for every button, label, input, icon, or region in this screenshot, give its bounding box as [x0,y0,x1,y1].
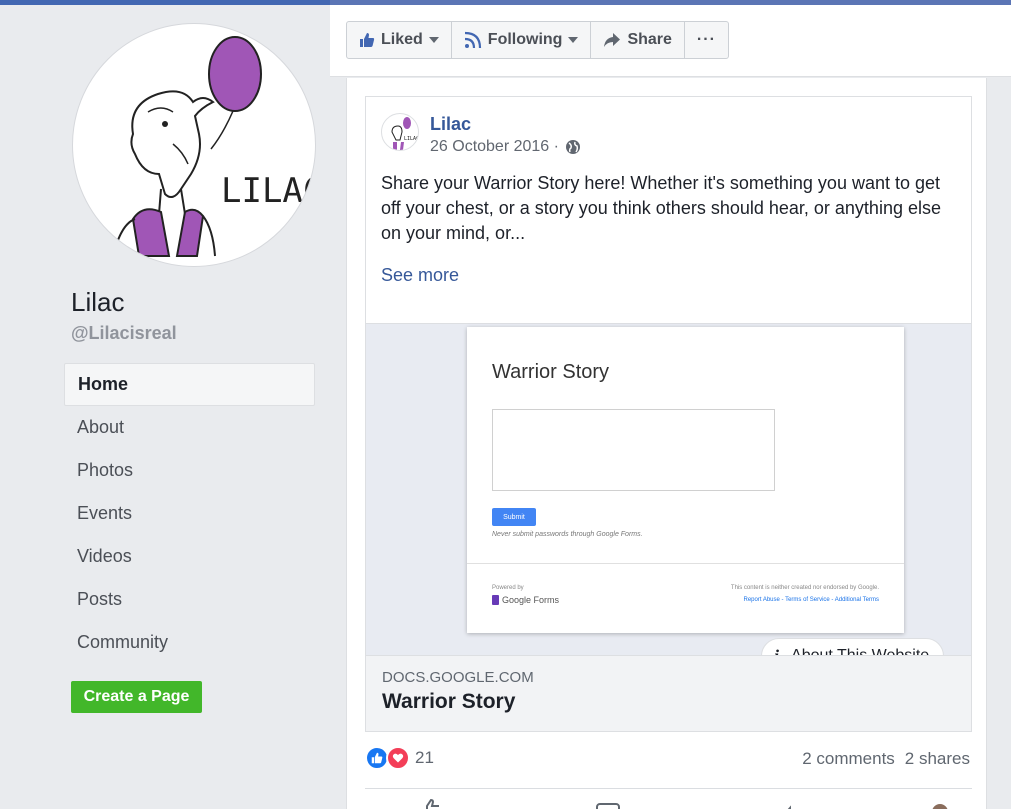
sidebar-item-events[interactable]: Events [64,492,315,535]
page-action-buttons: Liked Following Share ··· [346,21,729,59]
left-column: LILAC Lilac @Lilacisreal Home About Phot… [0,5,330,809]
see-more-link[interactable]: See more [381,265,459,286]
sidebar-item-photos[interactable]: Photos [64,449,315,492]
form-title: Warrior Story [492,361,610,383]
google-form-preview: Warrior Story Submit Never submit passwo… [467,327,904,633]
shared-post: LILAC Lilac 26 October 2016 · Share your… [365,96,972,732]
form-disclaimer: This content is neither created nor endo… [730,585,879,591]
share-label: Share [627,31,672,48]
page-title[interactable]: Lilac [71,287,124,318]
chevron-down-icon [568,37,579,43]
sidebar-item-posts[interactable]: Posts [64,578,315,621]
thumbs-up-icon [360,33,375,47]
more-options-button[interactable]: ··· [685,22,728,58]
share-arrow-icon [604,33,621,47]
form-footer-links: Report Abuse - Terms of Service - Additi… [743,597,879,603]
more-dots-icon: ··· [696,31,716,48]
sidebar-item-home[interactable]: Home [64,363,315,406]
link-domain: DOCS.GOOGLE.COM [382,669,534,686]
page-action-bar: Liked Following Share ··· [330,5,1011,77]
action-divider [365,788,972,789]
form-powered-by: Powered by [492,585,524,591]
shares-count[interactable]: 2 shares [905,749,970,769]
post-stats: 2 comments 2 shares [802,749,970,769]
comments-count[interactable]: 2 comments [802,749,895,769]
google-forms-logo: Google Forms [492,595,559,605]
post-author[interactable]: Lilac [430,114,471,135]
sidebar-item-videos[interactable]: Videos [64,535,315,578]
svg-text:LILAC: LILAC [221,171,316,211]
post-date: 26 October 2016 · [430,138,581,156]
profile-picture[interactable]: LILAC [72,23,316,267]
following-label: Following [487,31,563,48]
chevron-down-icon [428,37,439,43]
rss-icon [464,31,481,49]
form-note: Never submit passwords through Google Fo… [492,531,643,538]
following-button[interactable]: Following [452,22,592,58]
lilac-logo-icon: LILAC [391,117,419,150]
post-action-icons [426,798,948,809]
form-divider [467,563,904,564]
liked-label: Liked [381,31,423,48]
liked-button[interactable]: Liked [347,22,452,58]
form-submit-button: Submit [492,508,536,526]
link-title: Warrior Story [382,690,516,713]
svg-text:LILAC: LILAC [404,136,419,142]
share-button[interactable]: Share [591,22,685,58]
link-preview-footer[interactable]: DOCS.GOOGLE.COM Warrior Story [366,655,971,731]
post-date-text[interactable]: 26 October 2016 · [430,138,559,156]
google-forms-icon [492,595,499,605]
google-forms-label: Google Forms [502,595,560,605]
sidebar-nav: Home About Photos Events Videos Posts Co… [64,363,315,664]
post-actions-row [365,796,972,809]
post-text: Share your Warrior Story here! Whether i… [381,173,941,243]
link-preview-image[interactable]: Warrior Story Submit Never submit passwo… [366,323,971,674]
lilac-logo-icon: LILAC [112,36,316,257]
reaction-summary[interactable]: 21 [365,746,434,770]
sidebar-item-community[interactable]: Community [64,621,315,664]
sidebar-item-about[interactable]: About [64,406,315,449]
globe-icon [565,140,580,154]
create-page-button[interactable]: Create a Page [71,681,202,713]
author-avatar[interactable]: LILAC [381,113,419,151]
form-textarea [492,409,775,491]
reaction-count: 21 [415,748,434,767]
post-card: LILAC Lilac 26 October 2016 · Share your… [346,78,987,809]
love-reaction-icon [386,746,410,770]
page-handle[interactable]: @Lilacisreal [71,323,177,344]
main-column: Liked Following Share ··· LILAC Lilac 26… [330,5,1011,809]
